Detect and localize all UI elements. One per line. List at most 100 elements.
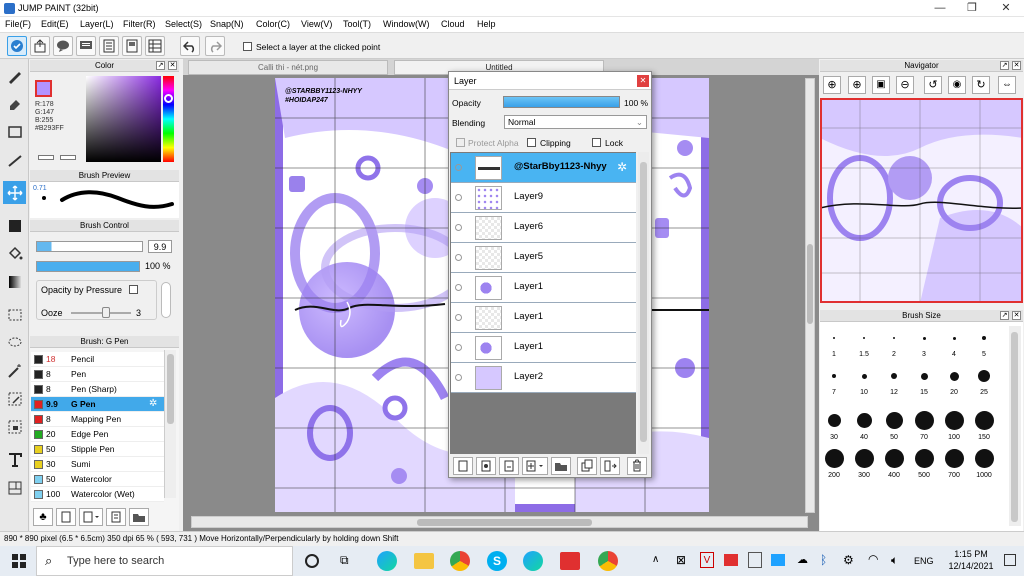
layer-visibility-icon[interactable]	[455, 224, 462, 231]
brush-group-icon[interactable]: ♣	[33, 508, 53, 526]
brush-folder-icon[interactable]	[129, 508, 149, 526]
color-reset-button[interactable]	[60, 155, 76, 160]
brush-size-dot[interactable]	[861, 373, 867, 379]
panel-close-icon[interactable]: ✕	[168, 61, 177, 70]
brush-menu-icon[interactable]	[79, 508, 103, 526]
menu-color[interactable]: Color(C)	[256, 19, 290, 29]
brush-size-value[interactable]: 9.9	[148, 240, 172, 253]
brush-list-scrollbar[interactable]	[164, 350, 176, 498]
canvas-vscroll-thumb[interactable]	[807, 244, 813, 324]
fill-rect-tool-icon[interactable]	[3, 214, 26, 237]
comment-icon[interactable]	[53, 36, 73, 56]
lasso-tool-icon[interactable]	[3, 331, 26, 354]
brush-size-dot[interactable]	[974, 410, 994, 430]
cortana-icon[interactable]	[305, 554, 319, 568]
brush-item-g-pen[interactable]: 9.9 G Pen ✲	[31, 397, 164, 412]
brush-density-slider[interactable]	[36, 261, 140, 272]
brush-size-dot[interactable]	[854, 448, 874, 468]
brush-item-watercolor-wet[interactable]: 100 Watercolor (Wet)	[31, 487, 164, 502]
show-hidden-icons-chevron-icon[interactable]: ∧	[652, 554, 659, 565]
brush-item-mapping-pen[interactable]: 8 Mapping Pen	[31, 412, 164, 427]
canvas-horizontal-scrollbar[interactable]	[191, 516, 808, 528]
new-layer-icon[interactable]	[453, 457, 473, 475]
tab-calli[interactable]: Calli thi - nét.png	[188, 60, 388, 75]
page-icon[interactable]	[122, 36, 142, 56]
duplicate-layer-icon[interactable]	[577, 457, 597, 475]
layer-row-layer1[interactable]: Layer1	[451, 333, 636, 363]
language-indicator[interactable]: ENG	[914, 556, 934, 566]
chrome-icon[interactable]	[450, 551, 470, 571]
grid-settings-icon[interactable]	[145, 36, 165, 56]
brush-settings-icon[interactable]	[106, 508, 126, 526]
menu-snap[interactable]: Snap(N)	[210, 19, 244, 29]
popout-icon[interactable]: ↗	[156, 61, 165, 70]
new-8bit-layer-icon[interactable]	[499, 457, 519, 475]
menu-tool[interactable]: Tool(T)	[343, 19, 371, 29]
canvas-vertical-scrollbar[interactable]	[805, 78, 815, 513]
brush-size-dot[interactable]	[884, 448, 904, 468]
layer-visibility-icon[interactable]	[455, 194, 462, 201]
navigator-preview[interactable]	[820, 98, 1023, 303]
merge-layer-icon[interactable]	[600, 457, 620, 475]
brush-size-dot[interactable]	[833, 337, 835, 339]
brush-size-dot[interactable]	[824, 448, 844, 468]
navigator-close-icon[interactable]: ✕	[1012, 61, 1021, 70]
zoom-in-plus-icon[interactable]: ⊕	[848, 76, 866, 94]
menu-file[interactable]: File(F)	[5, 19, 31, 29]
select-tool-icon[interactable]	[3, 303, 26, 326]
layer-visibility-icon[interactable]	[455, 374, 462, 381]
line-tool-icon[interactable]	[3, 148, 26, 171]
layer-visibility-icon[interactable]	[455, 254, 462, 261]
bluetooth-icon[interactable]: ᛒ	[820, 553, 827, 567]
brush-size-popout-icon[interactable]: ↗	[1000, 311, 1009, 320]
navigator-popout-icon[interactable]: ↗	[1000, 61, 1009, 70]
fit-window-icon[interactable]: ▣	[872, 76, 890, 94]
canvas-hscroll-thumb[interactable]	[417, 519, 592, 526]
brush-size-dot[interactable]	[856, 412, 872, 428]
jump-paint-taskbar-icon[interactable]	[560, 552, 580, 570]
brush-size-dot[interactable]	[914, 410, 934, 430]
brush-size-dot[interactable]	[952, 336, 956, 340]
select-pen-tool-icon[interactable]	[3, 387, 26, 410]
document-tray-icon[interactable]	[748, 552, 762, 568]
layer-list-scrollbar[interactable]	[638, 152, 649, 454]
rotate-left-icon[interactable]: ↺	[924, 76, 942, 94]
layer-opacity-slider[interactable]	[503, 96, 620, 108]
layer-visibility-icon[interactable]	[455, 284, 462, 291]
rectangle-tool-icon[interactable]	[3, 120, 26, 143]
brush-size-dot[interactable]	[944, 410, 964, 430]
menu-layer[interactable]: Layer(L)	[80, 19, 114, 29]
layer-row-layer1[interactable]: Layer1	[451, 303, 636, 333]
move-tool-icon[interactable]	[3, 181, 26, 204]
brush-size-dot[interactable]	[920, 372, 928, 380]
brush-size-dot[interactable]	[827, 413, 841, 427]
new-halftone-layer-icon[interactable]	[476, 457, 496, 475]
saturation-value-picker[interactable]	[86, 76, 161, 162]
magic-wand-tool-icon[interactable]	[3, 359, 26, 382]
primary-color-swatch[interactable]	[35, 80, 52, 97]
layer-row-layer6[interactable]: Layer6	[451, 213, 636, 243]
select-eraser-tool-icon[interactable]	[3, 415, 26, 438]
brush-size-dot[interactable]	[893, 337, 895, 339]
blending-dropdown[interactable]: Normal ⌄	[504, 115, 647, 129]
brush-size-dot[interactable]	[944, 448, 964, 468]
ooze-slider-handle[interactable]	[102, 307, 110, 318]
layer-folder-icon[interactable]	[551, 457, 571, 475]
document-icon[interactable]	[99, 36, 119, 56]
brush-item-edge-pen[interactable]: 20 Edge Pen	[31, 427, 164, 442]
chrome-profile-icon[interactable]	[598, 551, 618, 571]
new-brush-icon[interactable]	[56, 508, 76, 526]
layer-row-layer5[interactable]: Layer5	[451, 243, 636, 273]
zoom-out-icon[interactable]: ⊖	[896, 76, 914, 94]
menu-cloud[interactable]: Cloud	[441, 19, 465, 29]
wifi-icon[interactable]: ◠	[868, 552, 878, 566]
brush-size-dot[interactable]	[982, 336, 986, 340]
layer-row-layer1[interactable]: Layer1	[451, 273, 636, 303]
chat-icon[interactable]	[76, 36, 96, 56]
brush-control-scrollbar[interactable]	[161, 282, 171, 318]
clipping-checkbox[interactable]	[527, 138, 536, 147]
brush-size-slider[interactable]	[36, 241, 143, 252]
minimize-icon[interactable]: —	[928, 1, 952, 15]
close-icon[interactable]: ✕	[994, 1, 1018, 15]
menu-filter[interactable]: Filter(R)	[123, 19, 156, 29]
